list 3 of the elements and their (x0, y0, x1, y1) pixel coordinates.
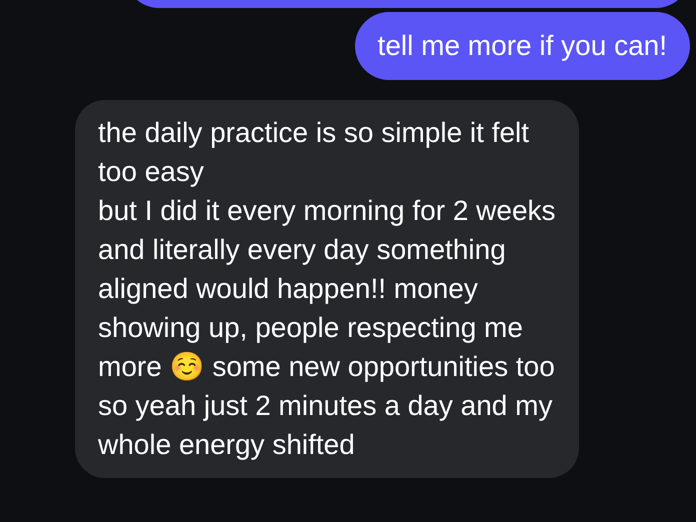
message-text: and literally every day something aligned would happen!! money showing up, people respecting me more ☺ some new opportunities too so yeah just 2 minutes a day and my whole energy shifted (98, 233, 556, 462)
message-text: tell me more if you can! (378, 29, 667, 63)
message-text: but I did it every morning for 2 weeks (98, 194, 556, 228)
